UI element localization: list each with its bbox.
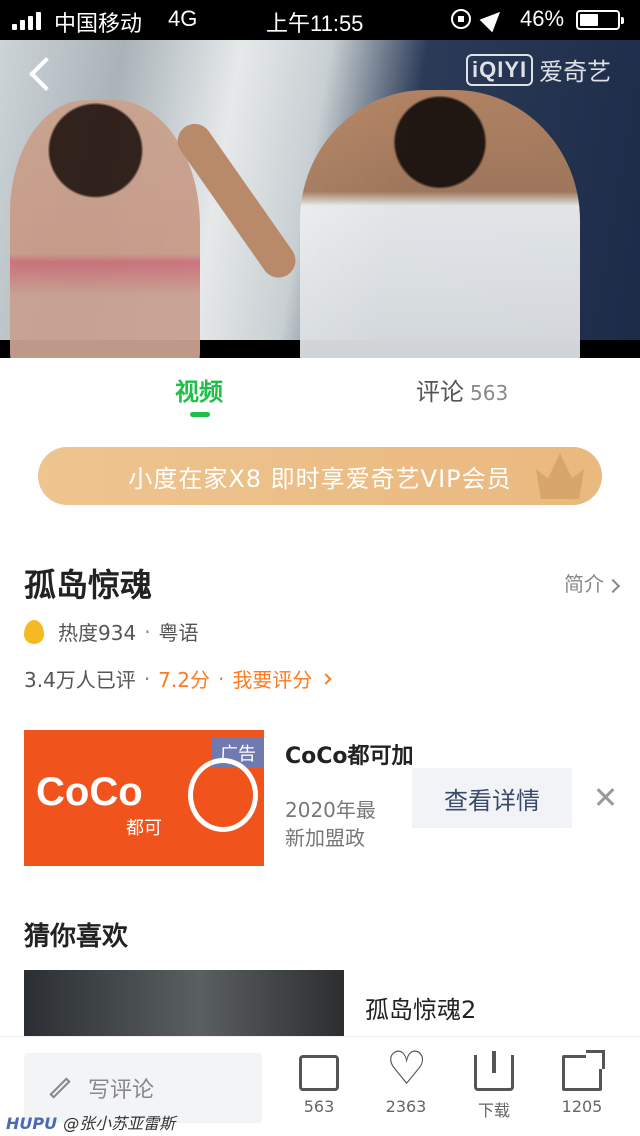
ad-details-button[interactable]: 查看详情: [412, 768, 572, 828]
battery-percent: 46%: [520, 6, 565, 31]
comments-count: 563: [303, 1097, 335, 1116]
comments-button[interactable]: 563: [289, 1055, 349, 1116]
location-icon: [479, 5, 507, 33]
chevron-right-icon: [320, 672, 333, 685]
share-icon: [562, 1050, 605, 1091]
video-figure-man: [300, 90, 580, 358]
download-icon: [474, 1051, 514, 1091]
separator-dot: ·: [143, 666, 151, 691]
download-label: 下载: [477, 1101, 510, 1120]
show-meta: 热度934 · 粤语: [24, 617, 199, 646]
ad-title[interactable]: CoCo都可加: [285, 738, 415, 770]
rating-score: 7.2分: [158, 668, 210, 692]
tab-comments[interactable]: 评论 563: [416, 372, 508, 407]
video-player[interactable]: 中国移动 4G 上午11:55 46% iQIYI 爱奇艺: [0, 0, 640, 358]
shares-count: 1205: [561, 1097, 603, 1116]
comment-placeholder: 写评论: [88, 1078, 155, 1103]
pencil-icon: [49, 1077, 71, 1099]
iqiyi-logo: iQIYI 爱奇艺: [466, 52, 611, 87]
watermark-site: HUPU: [6, 1114, 58, 1133]
heat-value: 热度934: [58, 621, 137, 645]
video-figure-woman: [10, 100, 200, 358]
tab-comments-count: 563: [470, 381, 509, 405]
recommend-thumbnail[interactable]: [24, 970, 344, 1040]
close-icon[interactable]: [594, 786, 616, 808]
rate-link[interactable]: 我要评分: [232, 664, 312, 693]
intro-link[interactable]: 简介: [564, 568, 621, 597]
coco-logo-sub: 都可: [126, 818, 162, 839]
coco-face-icon: [188, 758, 258, 832]
watermark: HUPU @张小苏亚雷斯: [6, 1110, 175, 1134]
tab-active-indicator: [190, 412, 210, 417]
share-button[interactable]: 1205: [552, 1050, 612, 1116]
rotation-lock-icon: [451, 9, 471, 29]
watermark-user: @张小苏亚雷斯: [63, 1114, 176, 1133]
status-bar: 中国移动 4G 上午11:55 46%: [0, 0, 640, 40]
chevron-right-icon: [605, 578, 621, 594]
show-title: 孤岛惊魂: [24, 566, 153, 604]
recommend-item-title[interactable]: 孤岛惊魂2: [365, 990, 476, 1025]
crown-icon: [536, 453, 584, 499]
tab-bar: 视频 评论 563: [0, 358, 640, 428]
status-time: 上午11:55: [266, 11, 364, 36]
tab-comments-label: 评论: [416, 378, 464, 406]
download-button[interactable]: 下载: [464, 1051, 524, 1121]
likes-count: 2363: [385, 1097, 427, 1116]
network-type: 4G: [168, 6, 198, 31]
rating-row: 3.4万人已评 · 7.2分 · 我要评分: [24, 664, 333, 693]
recommend-heading: 猜你喜欢: [24, 922, 129, 952]
tab-video[interactable]: 视频: [175, 372, 223, 407]
carrier-name: 中国移动: [54, 11, 143, 36]
ad-image[interactable]: 广告 CoCo 都可: [24, 730, 264, 866]
ad-description: 2020年最新加盟政: [285, 798, 376, 850]
like-button[interactable]: 2363: [376, 1045, 436, 1116]
signal-icon: [12, 12, 41, 30]
promo-text: 小度在家X8 即时享爱奇艺VIP会员: [128, 464, 512, 493]
comment-icon: [299, 1055, 339, 1091]
separator-dot: ·: [144, 619, 151, 644]
intro-label: 简介: [564, 572, 604, 596]
heart-icon: [386, 1045, 427, 1091]
rated-count: 3.4万人已评: [24, 668, 136, 692]
vip-promo-banner[interactable]: 小度在家X8 即时享爱奇艺VIP会员: [38, 447, 602, 505]
separator-dot: ·: [217, 666, 225, 691]
coco-logo: CoCo: [36, 770, 143, 814]
flame-icon: [24, 619, 44, 644]
language: 粤语: [158, 621, 199, 645]
battery-icon: [576, 10, 624, 30]
